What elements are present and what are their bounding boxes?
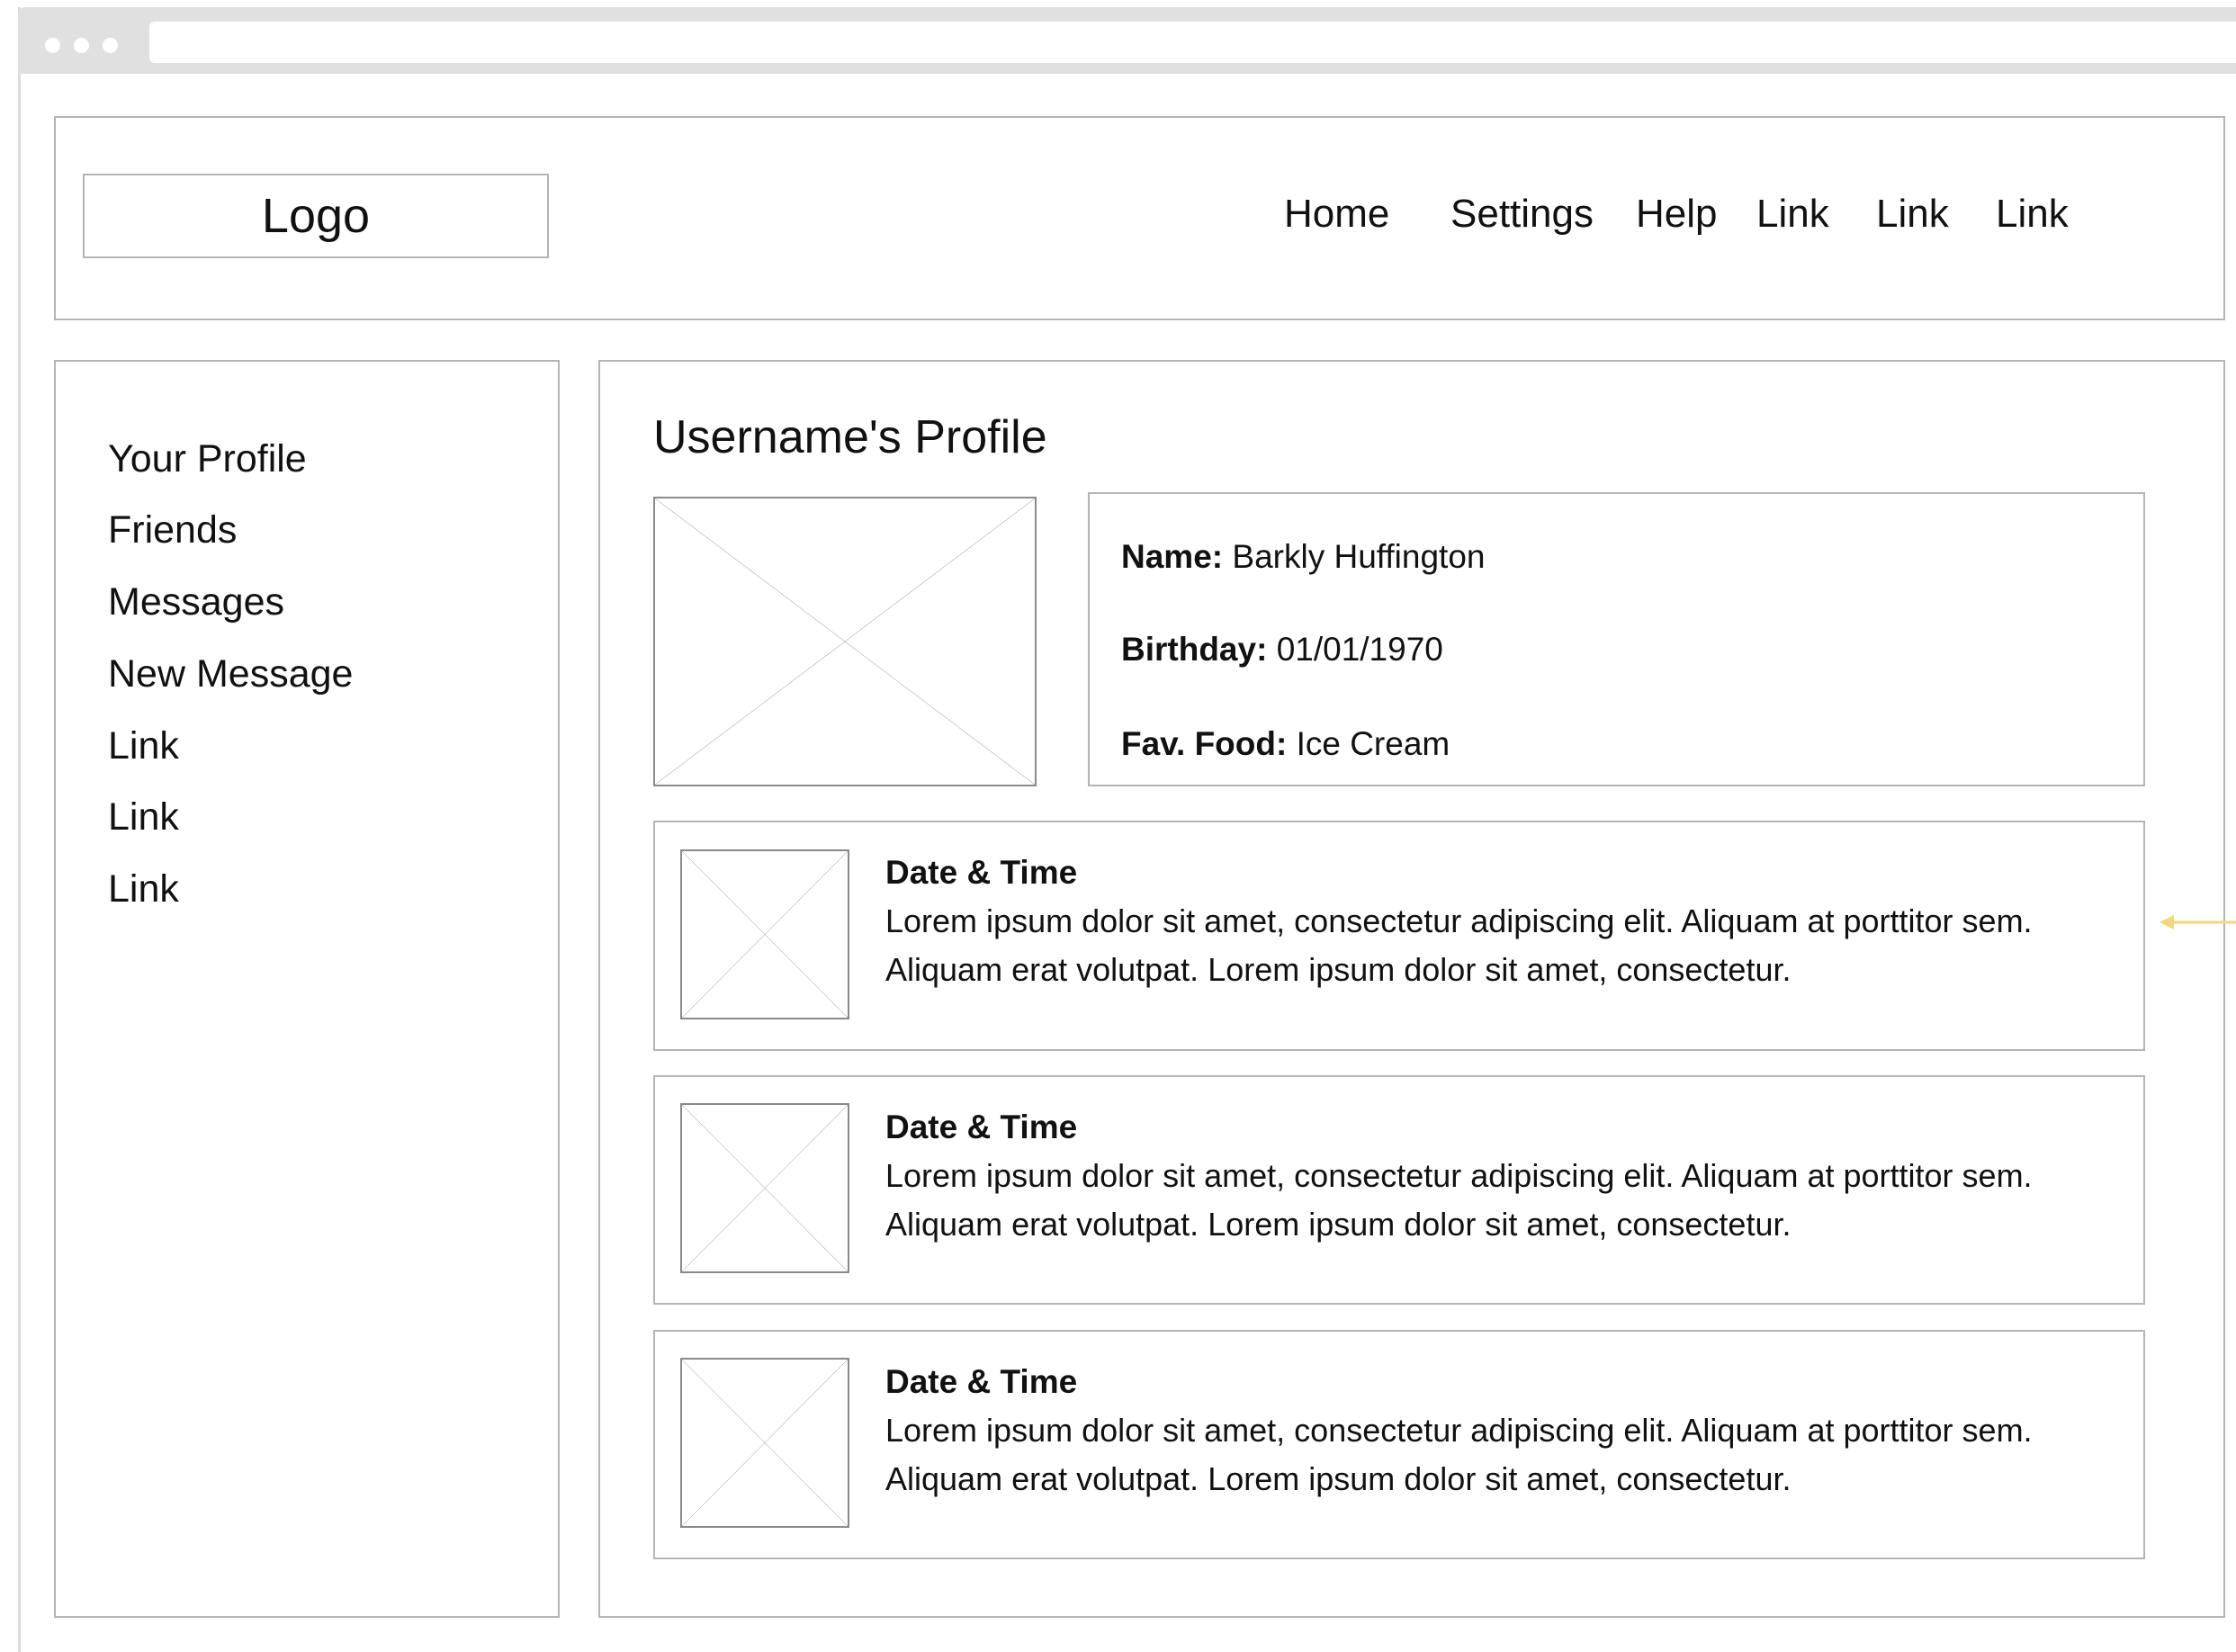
nav-link[interactable]: Link [1996, 191, 2069, 238]
address-bar[interactable] [149, 22, 2236, 63]
post-image-placeholder-icon [680, 1358, 849, 1528]
logo-text: Logo [261, 189, 371, 243]
logo-box[interactable]: Logo [83, 174, 549, 258]
window-dot-icon[interactable] [45, 38, 60, 53]
sidebar-item-your-profile[interactable]: Your Profile [108, 435, 307, 482]
annotation-arrow-icon [2160, 915, 2236, 929]
nav-link[interactable]: Link [1876, 191, 1949, 238]
window-dot-icon[interactable] [103, 38, 118, 53]
post-image-placeholder-icon [680, 849, 849, 1019]
post-body: Lorem ipsum dolor sit amet, consectetur … [885, 1157, 2033, 1243]
nav-link-home[interactable]: Home [1284, 191, 1389, 238]
nav-link-settings[interactable]: Settings [1450, 191, 1594, 238]
post-date-time: Date & Time [885, 1363, 1078, 1400]
sidebar-item-messages[interactable]: Messages [108, 579, 284, 625]
nav-link[interactable]: Link [1756, 191, 1829, 238]
post-body: Lorem ipsum dolor sit amet, consectetur … [885, 1412, 2033, 1497]
sidebar-item-link[interactable]: Link [108, 794, 179, 840]
post-image-placeholder-icon [680, 1103, 849, 1273]
post-date-time: Date & Time [885, 854, 1078, 891]
browser-toolbar [18, 7, 2236, 74]
profile-image-placeholder-icon [653, 497, 1037, 786]
profile-field-fav-food: Fav. Food: Ice Cream [1121, 725, 1450, 762]
profile-field-birthday: Birthday: 01/01/1970 [1121, 631, 1443, 668]
sidebar-item-friends[interactable]: Friends [108, 507, 237, 553]
post-date-time: Date & Time [885, 1109, 1078, 1145]
sidebar-item-new-message[interactable]: New Message [108, 651, 353, 697]
page-title: Username's Profile [653, 411, 1047, 463]
post-body: Lorem ipsum dolor sit amet, consectetur … [885, 902, 2033, 988]
nav-link-help[interactable]: Help [1636, 191, 1718, 238]
window-dot-icon[interactable] [74, 38, 89, 53]
sidebar-item-link[interactable]: Link [108, 723, 179, 769]
profile-field-name: Name: Barkly Huffington [1121, 538, 1486, 575]
sidebar-item-link[interactable]: Link [108, 866, 179, 912]
